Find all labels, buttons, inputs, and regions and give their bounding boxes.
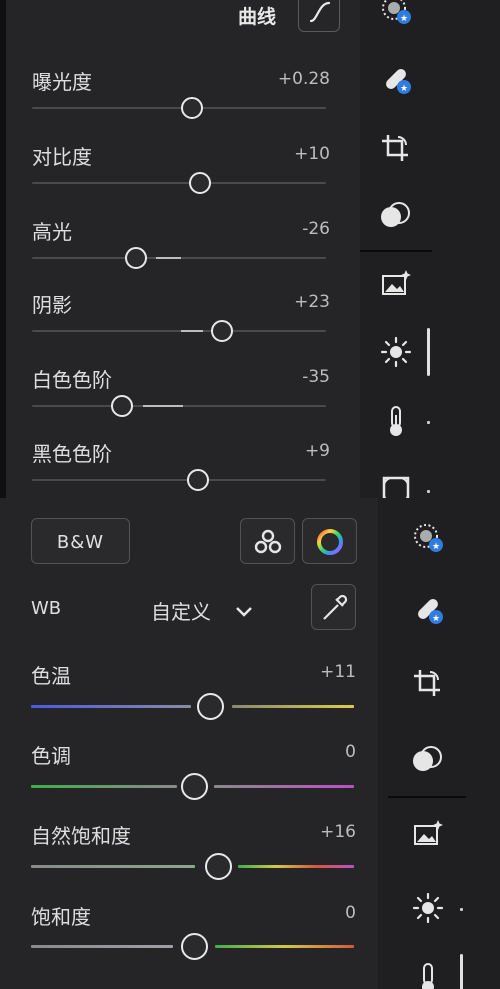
color-panel: B&W WB 自定义 色温 +11 色调 0 自然饱和度 +16 饱和度 0 ★… <box>0 498 500 989</box>
slider-label: 黑色色阶 <box>32 442 112 466</box>
rail-divider <box>360 250 432 252</box>
slider-label: 对比度 <box>32 145 92 169</box>
light-panel: 曲线 曝光度 +0.28 对比度 +10 高光 -26 阴影 +23 白色色阶 … <box>0 0 500 498</box>
slider-value: 0 <box>345 903 356 923</box>
healing-icon[interactable]: ★ <box>410 592 446 628</box>
tool-rail: ★ ★ <box>360 0 500 498</box>
slider-value: +9 <box>304 441 330 461</box>
slider-label: 白色色阶 <box>32 368 112 392</box>
slider-knob[interactable] <box>197 693 224 720</box>
slider-value: +11 <box>320 662 356 682</box>
slider-track[interactable] <box>31 945 173 948</box>
color-panel-content: B&W WB 自定义 色温 +11 色调 0 自然饱和度 +16 饱和度 0 <box>0 498 378 989</box>
slider-value: +0.28 <box>277 69 330 89</box>
slider-track[interactable] <box>32 182 326 184</box>
slider-value: +23 <box>294 292 330 312</box>
slider-value: +10 <box>294 144 330 164</box>
slider-track[interactable] <box>238 865 354 868</box>
rail-dot <box>427 490 430 493</box>
temperature-icon[interactable] <box>410 960 446 989</box>
svg-text:★: ★ <box>400 14 408 24</box>
slider-track[interactable] <box>32 479 326 481</box>
rail-dot <box>427 421 430 424</box>
color-grading-button[interactable] <box>302 518 357 564</box>
healing-icon[interactable]: ★ <box>378 62 414 98</box>
active-indicator <box>427 328 430 376</box>
active-indicator <box>460 954 463 989</box>
chevron-down-icon <box>236 607 252 617</box>
eyedropper-icon <box>323 594 348 620</box>
three-circles-icon <box>254 529 282 554</box>
slider-track[interactable] <box>215 945 354 948</box>
rail-divider <box>388 796 466 798</box>
slider-track[interactable] <box>32 107 326 109</box>
slider-knob[interactable] <box>181 773 208 800</box>
svg-text:★: ★ <box>400 84 408 94</box>
wb-preset-value: 自定义 <box>151 600 211 624</box>
slider-fill <box>143 405 183 407</box>
slider-label: 高光 <box>32 220 72 244</box>
curve-title: 曲线 <box>238 6 277 28</box>
crop-icon[interactable] <box>378 131 414 167</box>
slider-value: +16 <box>320 822 356 842</box>
wb-label: WB <box>31 598 62 619</box>
slider-track[interactable] <box>31 865 195 868</box>
slider-track[interactable] <box>214 785 354 788</box>
auto-icon[interactable] <box>410 816 446 852</box>
temperature-icon[interactable] <box>378 403 414 439</box>
color-wheel-icon <box>317 529 343 555</box>
mask-icon[interactable] <box>378 198 414 234</box>
curve-button[interactable] <box>298 0 340 32</box>
slider-label: 阴影 <box>32 293 72 317</box>
slider-value: 0 <box>345 742 356 762</box>
slider-value: -26 <box>302 219 330 239</box>
slider-knob[interactable] <box>189 172 211 194</box>
light-icon[interactable] <box>410 890 446 926</box>
light-icon[interactable] <box>378 334 414 370</box>
svg-text:★: ★ <box>432 614 440 624</box>
tool-rail: ★ ★ <box>378 498 500 989</box>
slider-knob[interactable] <box>181 97 203 119</box>
slider-label: 饱和度 <box>31 905 91 929</box>
auto-icon[interactable] <box>378 266 414 302</box>
slider-label: 自然饱和度 <box>31 824 131 848</box>
slider-label: 曝光度 <box>32 70 92 94</box>
slider-knob[interactable] <box>205 853 232 880</box>
slider-fill <box>181 330 203 332</box>
slider-track[interactable] <box>232 705 354 708</box>
slider-label: 色温 <box>31 664 71 688</box>
mask-icon[interactable] <box>410 742 446 778</box>
rail-dot <box>460 908 463 911</box>
slider-knob[interactable] <box>187 469 209 491</box>
vignette-icon[interactable] <box>378 472 414 498</box>
bw-button[interactable]: B&W <box>31 518 130 564</box>
color-mixer-button[interactable] <box>240 518 295 564</box>
eyedropper-button[interactable] <box>311 584 356 630</box>
selective-edit-icon[interactable]: ★ <box>410 520 446 556</box>
slider-track[interactable] <box>32 330 326 332</box>
slider-knob[interactable] <box>181 933 208 960</box>
svg-text:★: ★ <box>432 542 440 552</box>
curve-icon <box>309 1 331 23</box>
slider-label: 色调 <box>31 744 71 768</box>
slider-knob[interactable] <box>111 395 133 417</box>
slider-value: -35 <box>302 367 330 387</box>
bw-label: B&W <box>56 532 105 553</box>
slider-knob[interactable] <box>211 320 233 342</box>
slider-track[interactable] <box>31 785 177 788</box>
slider-knob[interactable] <box>125 247 147 269</box>
selective-edit-icon[interactable]: ★ <box>378 0 414 28</box>
slider-fill <box>156 257 181 259</box>
slider-track[interactable] <box>31 705 191 708</box>
crop-icon[interactable] <box>410 666 446 702</box>
light-panel-content: 曲线 曝光度 +0.28 对比度 +10 高光 -26 阴影 +23 白色色阶 … <box>6 0 360 498</box>
